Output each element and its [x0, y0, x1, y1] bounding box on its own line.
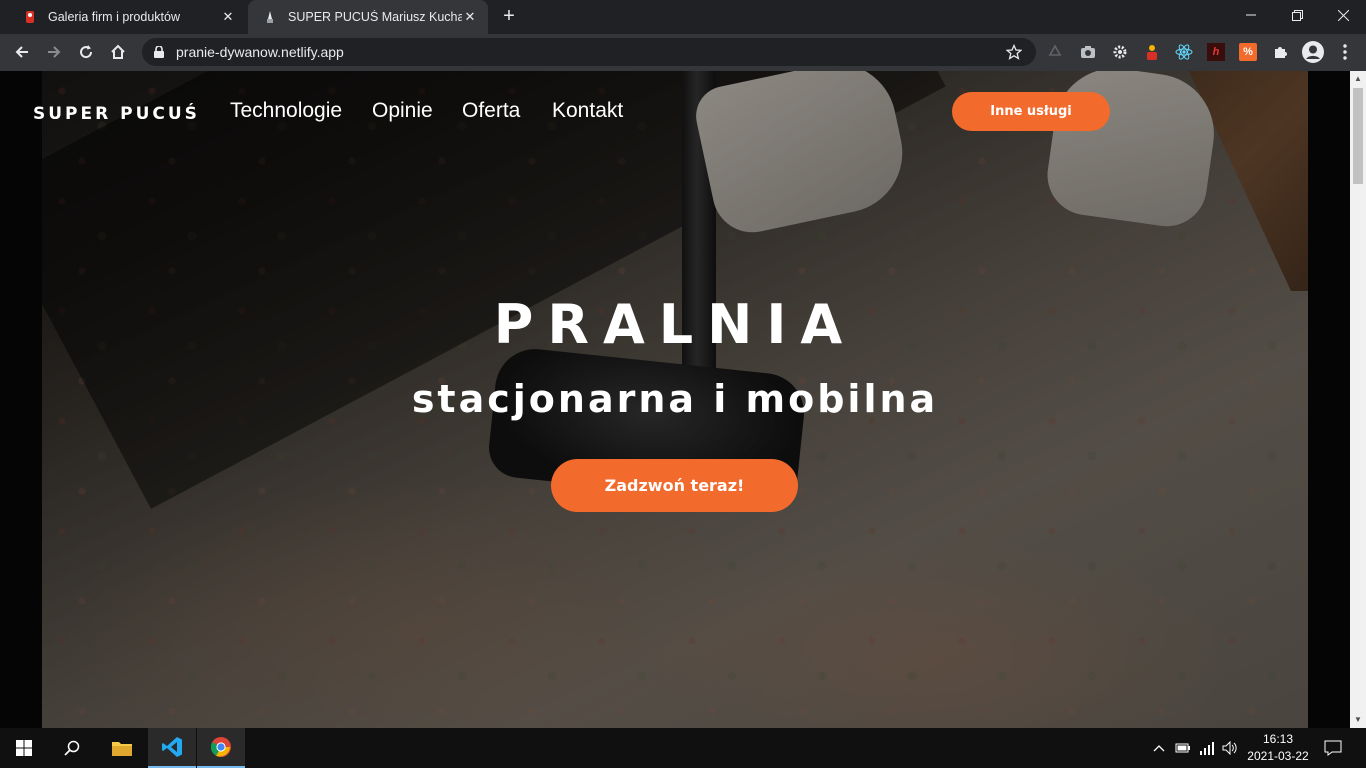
percent-extension-icon[interactable]: % [1239, 43, 1257, 61]
minimize-button[interactable] [1228, 0, 1274, 30]
reload-button[interactable] [72, 38, 100, 66]
profile-avatar-icon[interactable] [1302, 41, 1324, 63]
react-devtools-icon[interactable] [1175, 43, 1193, 61]
network-signal-icon[interactable] [1198, 728, 1216, 768]
browser-menu-icon[interactable] [1336, 43, 1354, 61]
forward-arrow-icon [48, 46, 61, 58]
back-button[interactable] [8, 38, 36, 66]
other-services-button[interactable]: Inne usługi [952, 92, 1110, 131]
notifications-icon[interactable] [1322, 728, 1344, 768]
tab-galeria[interactable]: Galeria firm i produktów ✕ [8, 0, 246, 34]
close-window-button[interactable] [1320, 0, 1366, 30]
nav-link-opinie[interactable]: Opinie [372, 99, 433, 123]
taskbar-clock[interactable]: 16:13 2021-03-22 [1238, 731, 1318, 765]
h-extension-icon[interactable]: h [1207, 43, 1225, 61]
nav-link-oferta[interactable]: Oferta [462, 99, 520, 123]
scrollbar-thumb[interactable] [1353, 88, 1363, 184]
reload-icon [80, 45, 93, 59]
volume-icon[interactable] [1221, 728, 1239, 768]
tab-close-icon[interactable]: ✕ [220, 9, 236, 25]
nav-link-kontakt[interactable]: Kontakt [552, 99, 623, 123]
bookmark-star-icon[interactable] [1006, 44, 1024, 60]
restore-button[interactable] [1274, 0, 1320, 30]
extensions-puzzle-icon[interactable] [1271, 43, 1289, 61]
camera-extension-icon[interactable] [1079, 43, 1097, 61]
super-pucus-favicon-icon [262, 9, 278, 25]
windows-start-icon[interactable] [0, 728, 48, 768]
hero-title: PRALNIA [493, 293, 857, 356]
url-text: pranie-dywanow.netlify.app [176, 44, 344, 60]
clock-time: 16:13 [1262, 732, 1294, 746]
call-now-button[interactable]: Zadzwoń teraz! [551, 459, 798, 512]
person-extension-icon[interactable] [1143, 43, 1161, 61]
recycle-extension-icon[interactable] [1046, 43, 1064, 61]
taskbar-search-icon[interactable] [48, 728, 96, 768]
tab-title: Galeria firm i produktów [48, 10, 180, 24]
site-logo[interactable]: SUPER PUCUŚ [33, 104, 200, 124]
home-icon [111, 44, 125, 59]
back-arrow-icon [15, 46, 28, 58]
gear-extension-icon[interactable] [1111, 43, 1129, 61]
new-tab-button[interactable]: + [498, 6, 520, 28]
battery-icon[interactable] [1174, 728, 1192, 768]
galeria-favicon-icon [22, 9, 38, 25]
file-explorer-icon[interactable] [98, 728, 146, 768]
tray-chevron-up-icon[interactable] [1150, 728, 1168, 768]
google-chrome-icon[interactable] [197, 728, 245, 768]
address-bar[interactable]: pranie-dywanow.netlify.app [142, 38, 1036, 66]
home-button[interactable] [104, 38, 132, 66]
lock-icon [154, 46, 166, 58]
clock-date: 2021-03-22 [1247, 749, 1309, 763]
site-navbar: SUPER PUCUŚ Technologie Opinie Oferta Ko… [0, 71, 1350, 153]
browser-tab-bar: Galeria firm i produktów ✕ SUPER PUCUŚ M… [0, 0, 1366, 34]
scroll-up-arrow-icon[interactable]: ▲ [1350, 71, 1366, 87]
hero-subtitle: stacjonarna i mobilna [411, 377, 939, 421]
nav-link-technologie[interactable]: Technologie [230, 99, 342, 123]
tab-close-icon[interactable]: ✕ [462, 9, 478, 25]
tab-super-pucus[interactable]: SUPER PUCUŚ Mariusz Kucharski ✕ [248, 0, 488, 34]
visual-studio-code-icon[interactable] [148, 728, 196, 768]
scroll-down-arrow-icon[interactable]: ▼ [1350, 712, 1366, 728]
page-viewport: SUPER PUCUŚ Technologie Opinie Oferta Ko… [0, 71, 1350, 728]
forward-button[interactable] [40, 38, 68, 66]
windows-taskbar: 16:13 2021-03-22 [0, 728, 1366, 768]
browser-toolbar: pranie-dywanow.netlify.app h % [0, 34, 1366, 71]
tab-title: SUPER PUCUŚ Mariusz Kucharski [288, 10, 462, 24]
page-scrollbar[interactable]: ▲ ▼ [1350, 71, 1366, 728]
